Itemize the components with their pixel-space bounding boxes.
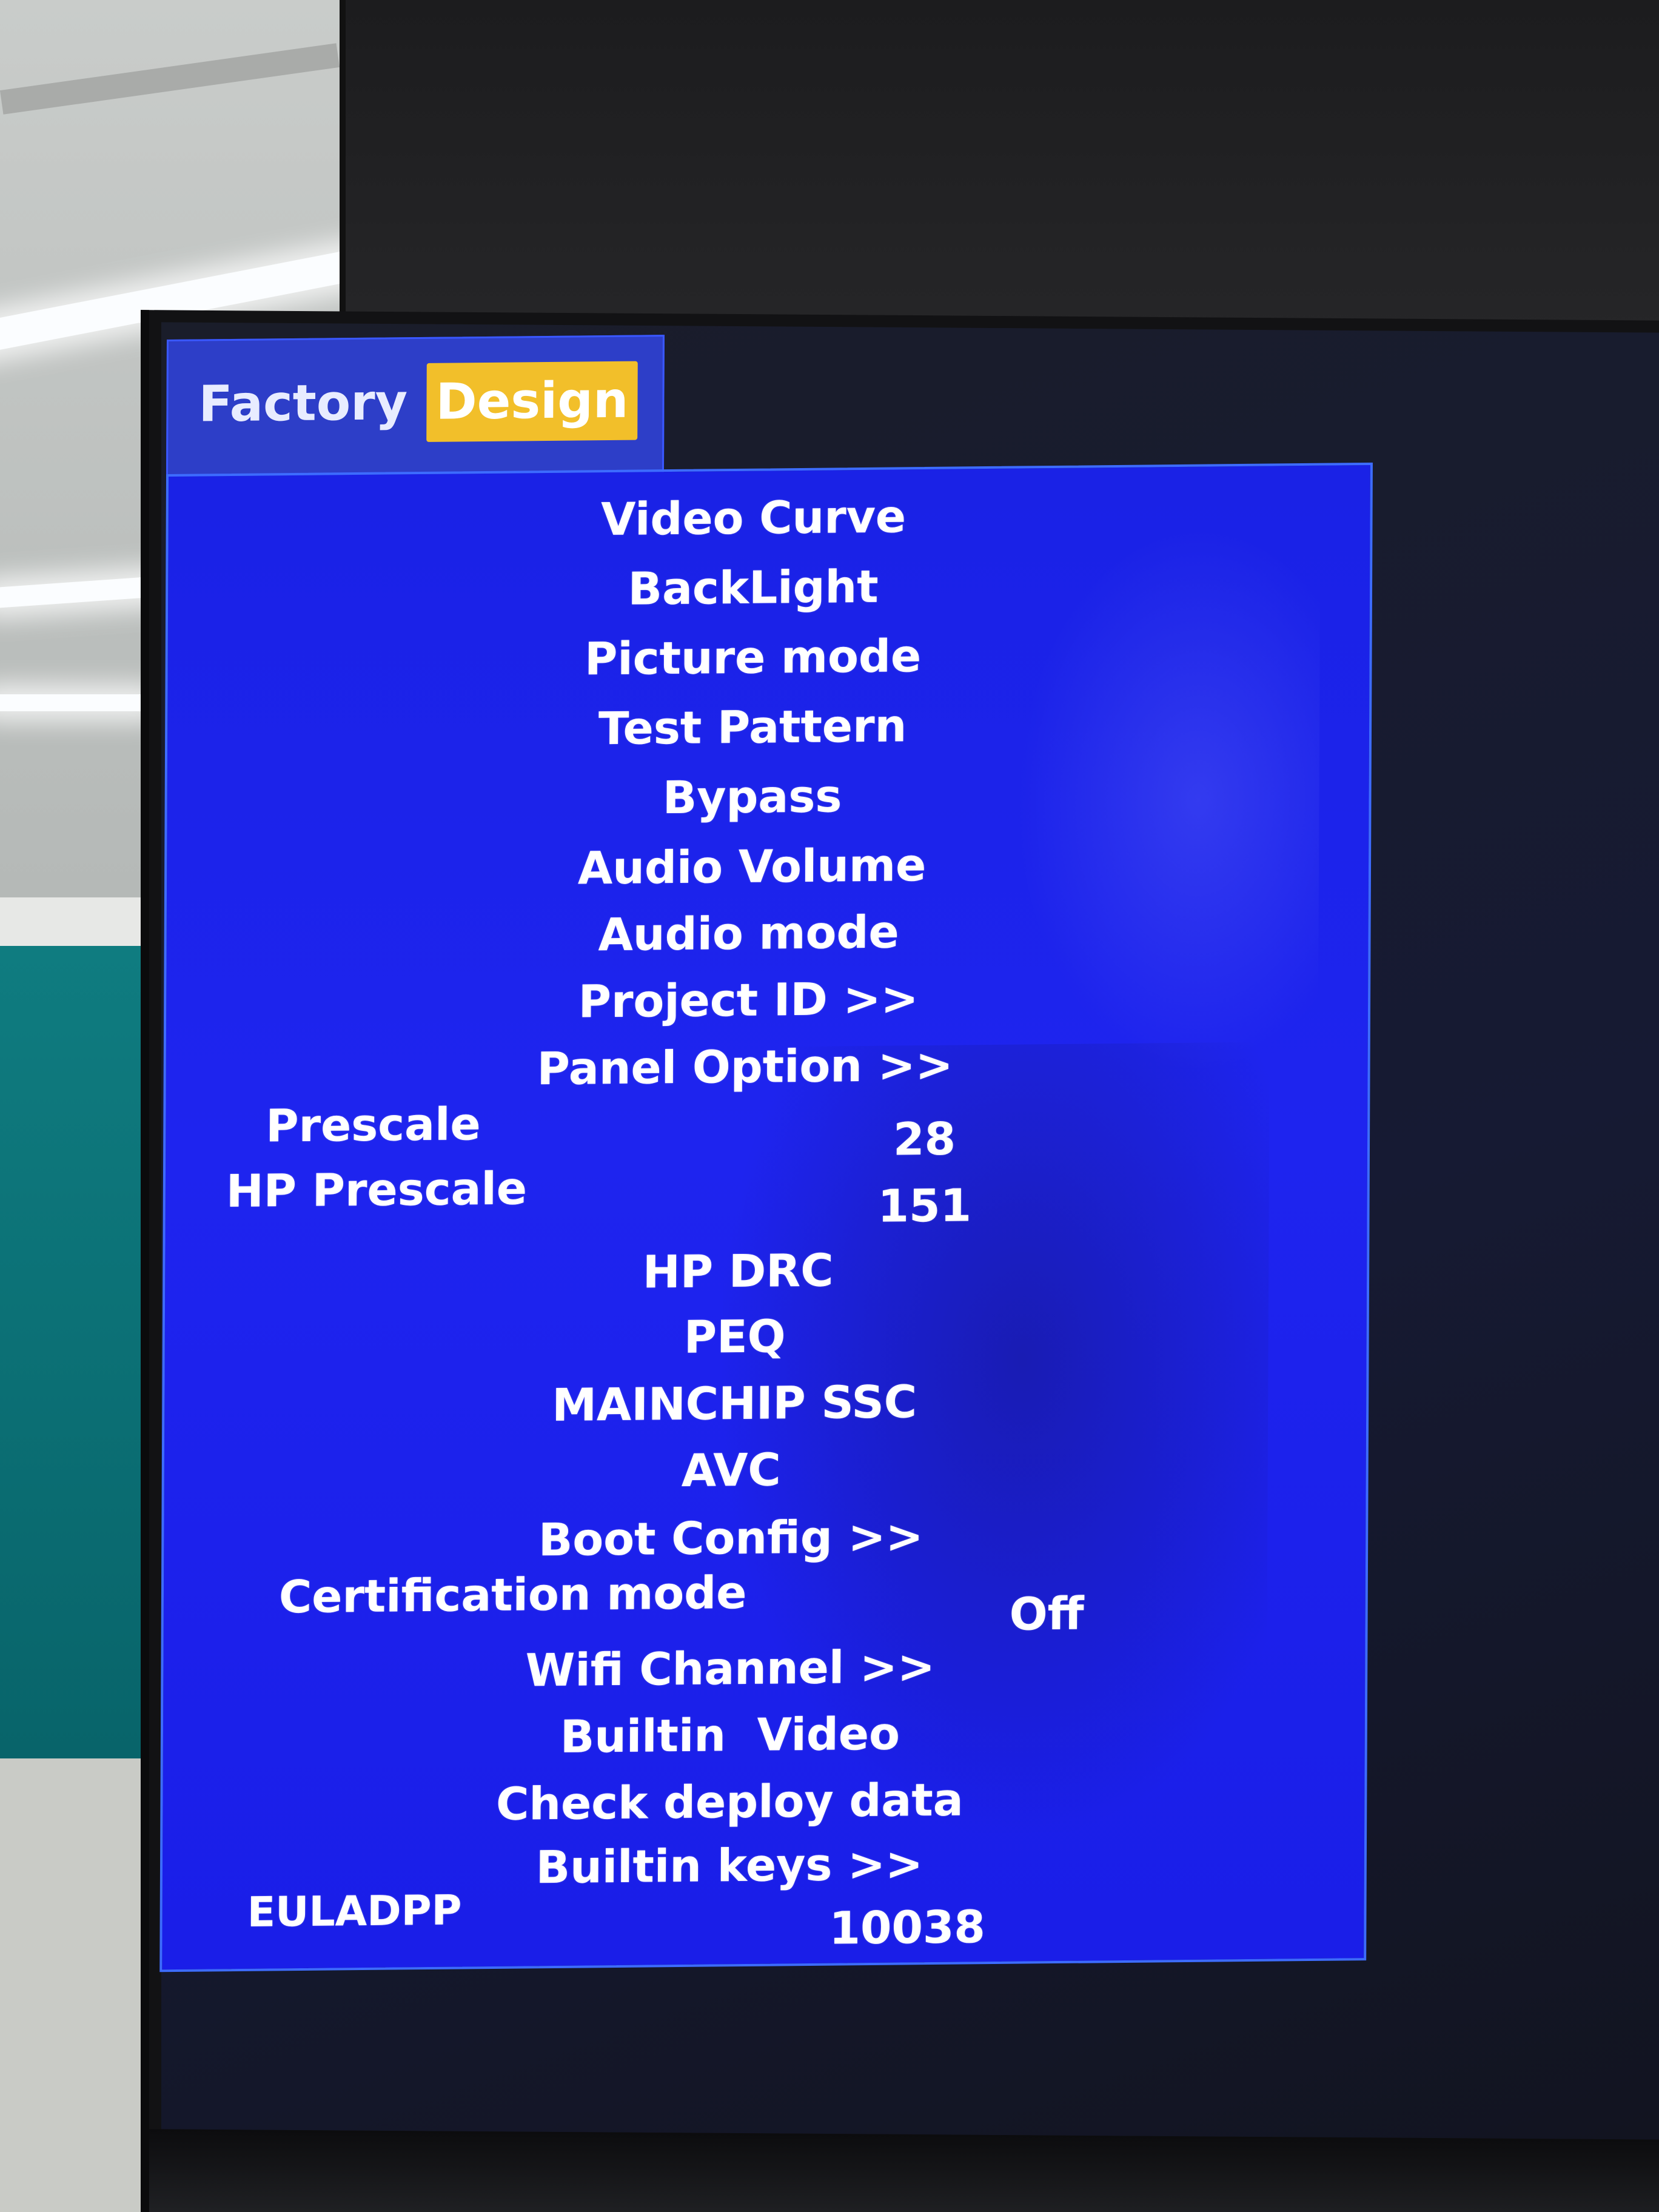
menu-item-avc[interactable]: AVC — [428, 1437, 1034, 1504]
menu-item-wifi-channel[interactable]: Wifi Channel >> — [427, 1635, 1033, 1702]
osd-menu-panel: Video Curve BackLight Picture mode Test … — [159, 462, 1373, 1972]
menu-item-hp-prescale[interactable]: HP Prescale — [226, 1158, 528, 1222]
menu-item-mainchip-ssc[interactable]: MAINCHIP SSC — [431, 1370, 1037, 1437]
menu-item-test-pattern[interactable]: Test Pattern — [449, 694, 1056, 761]
ceiling-light — [0, 694, 152, 711]
floor — [0, 1758, 158, 2212]
menu-item-audio-volume[interactable]: Audio Volume — [449, 834, 1055, 900]
menu-item-audio-mode[interactable]: Audio mode — [445, 900, 1051, 967]
partition-top — [0, 897, 152, 948]
euladpp-value: 10038 — [829, 1901, 986, 1955]
tab-design[interactable]: Design — [426, 361, 638, 442]
menu-item-project-id[interactable]: Project ID >> — [445, 967, 1051, 1034]
hp-prescale-value: 151 — [877, 1179, 972, 1233]
menu-item-boot-config[interactable]: Boot Config >> — [427, 1505, 1034, 1572]
menu-item-hp-drc[interactable]: HP DRC — [435, 1238, 1041, 1305]
menu-item-builtin-keys[interactable]: Builtin keys >> — [426, 1832, 1033, 1899]
prescale-value: 28 — [893, 1113, 956, 1166]
screen-glare — [1014, 526, 1321, 1075]
menu-item-euladpp[interactable]: EULADPP — [247, 1880, 461, 1943]
menu-item-backlight[interactable]: BackLight — [450, 555, 1056, 622]
menu-item-certification-mode[interactable]: Certification mode — [279, 1563, 747, 1627]
menu-item-picture-mode[interactable]: Picture mode — [449, 625, 1056, 691]
menu-item-panel-option[interactable]: Panel Option >> — [441, 1034, 1048, 1101]
monitor-bezel — [149, 2129, 1659, 2212]
menu-item-builtin-video[interactable]: Builtin Video — [427, 1702, 1033, 1769]
menu-item-prescale[interactable]: Prescale — [266, 1094, 481, 1156]
osd-tab-bar: Factory Design — [166, 335, 665, 480]
menu-item-peq[interactable]: PEQ — [432, 1304, 1038, 1370]
menu-item-check-deploy-data[interactable]: Check deploy data — [426, 1769, 1033, 1835]
background-monitor — [340, 0, 1659, 340]
menu-item-bypass[interactable]: Bypass — [449, 764, 1055, 831]
tab-factory[interactable]: Factory — [198, 364, 407, 444]
photo-scene: Factory Design Video Curve BackLight Pic… — [0, 0, 1659, 2212]
menu-item-video-curve[interactable]: Video Curve — [450, 485, 1056, 552]
office-partition — [0, 946, 152, 1758]
factory-osd-menu: Factory Design Video Curve BackLight Pic… — [159, 328, 1379, 1989]
